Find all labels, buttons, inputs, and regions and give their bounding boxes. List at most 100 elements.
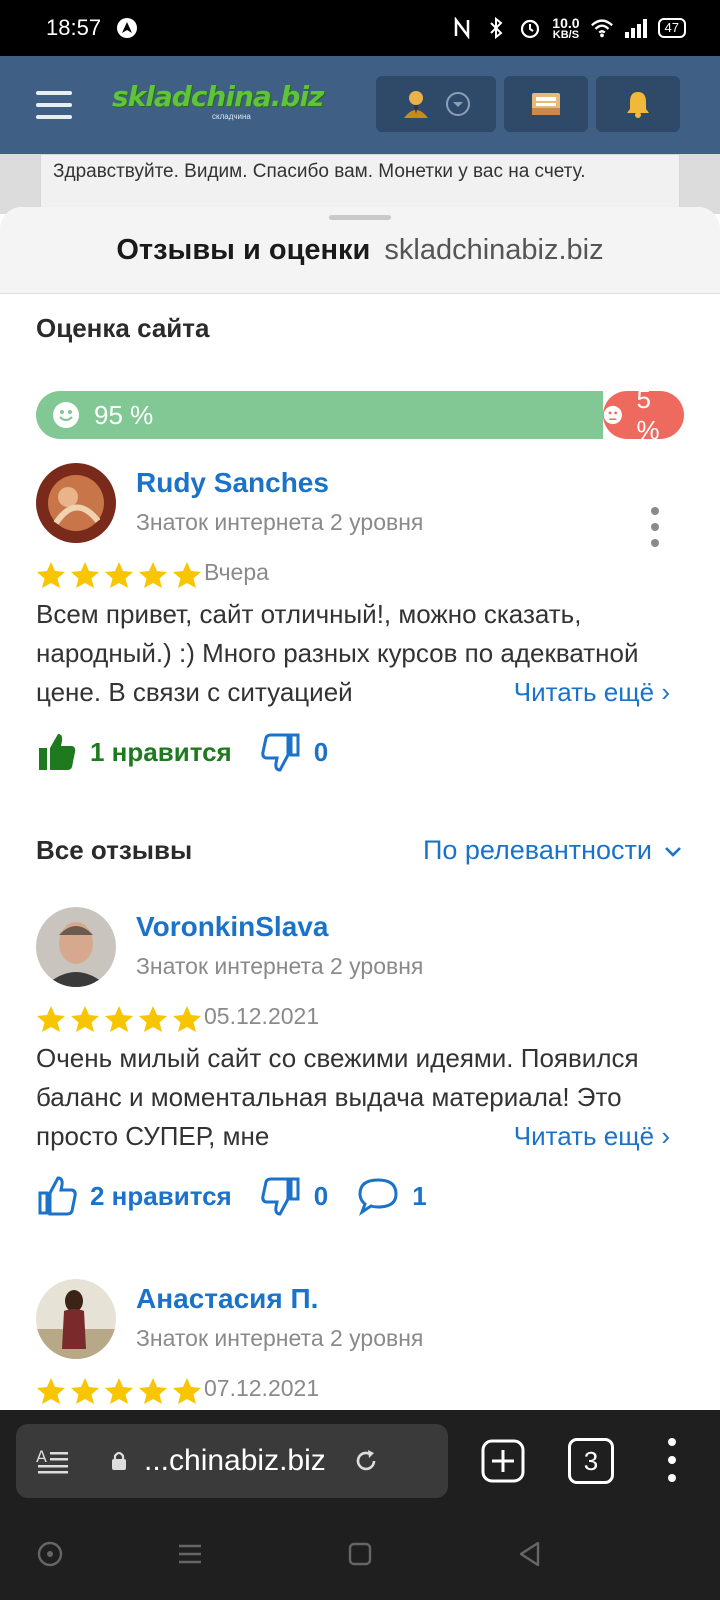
star-icon — [173, 562, 201, 588]
read-more-link[interactable]: Читать ещё › — [477, 1117, 670, 1156]
battery-indicator: 47 — [657, 18, 686, 38]
browser-toolbar: A ...chinabiz.biz 3 — [0, 1410, 720, 1510]
dislike-count: 0 — [313, 1180, 329, 1211]
star-icon — [173, 1378, 201, 1404]
chevron-down-icon — [446, 92, 470, 116]
star-icon — [139, 562, 167, 588]
nfc-icon — [450, 16, 474, 40]
like-count: 2 нравится — [90, 1180, 232, 1211]
rating-negative-label: 5 % — [636, 391, 660, 439]
inbox-icon — [532, 93, 560, 115]
browser-menu-icon[interactable] — [664, 1438, 680, 1482]
rating-section-title: Оценка сайта — [36, 313, 210, 343]
all-reviews-title: Все отзывы — [36, 835, 193, 865]
author-level: Знаток интернета 2 уровня — [136, 953, 424, 979]
rating-positive: 95 % — [36, 391, 603, 439]
review-author[interactable]: Анастасия П. — [136, 1283, 318, 1315]
avatar[interactable] — [36, 907, 116, 987]
thumbs-up-icon — [38, 1176, 77, 1216]
review-date: 05.12.2021 — [204, 1003, 320, 1029]
review-item: Анастасия П. Знаток интернета 2 уровня 0… — [36, 1279, 684, 1410]
home-icon[interactable] — [346, 1540, 374, 1568]
recent-apps-icon[interactable] — [176, 1540, 204, 1568]
rating-bar: 95 % 5 % — [36, 391, 684, 439]
new-tab-icon[interactable] — [480, 1438, 526, 1484]
more-options-icon[interactable] — [650, 507, 660, 547]
star-icon — [105, 1378, 133, 1404]
rating-negative: 5 % — [602, 391, 684, 439]
logo-tagline: складчина — [212, 112, 251, 121]
sad-face-icon — [603, 405, 622, 425]
read-more-link[interactable]: Читать ещё › — [477, 673, 670, 712]
user-icon — [404, 91, 428, 118]
chevron-right-icon: › — [661, 1121, 670, 1151]
account-button[interactable] — [376, 76, 496, 132]
star-icon — [37, 1006, 65, 1032]
dislike-button[interactable]: 0 — [260, 731, 328, 773]
sheet-header[interactable]: Отзывы и оценки skladchinabiz.biz — [0, 207, 720, 294]
dislike-button[interactable]: 0 — [260, 1175, 328, 1217]
status-time: 18:57 — [46, 15, 102, 40]
avatar[interactable] — [36, 463, 116, 543]
star-icon — [139, 1378, 167, 1404]
review-stars — [36, 561, 202, 589]
review-stars — [36, 1377, 202, 1405]
site-header: skladchina.biz складчина — [0, 56, 720, 154]
review-actions: 1 нравится 0 — [36, 731, 328, 773]
author-level: Знаток интернета 2 уровня — [136, 1325, 424, 1351]
read-more-label: Читать ещё — [513, 677, 655, 707]
sort-dropdown[interactable]: По релевантности — [423, 835, 684, 866]
assistant-icon[interactable] — [36, 1540, 64, 1568]
chevron-down-icon — [665, 846, 681, 857]
star-icon — [105, 562, 133, 588]
star-icon — [173, 1006, 201, 1032]
bluetooth-icon — [484, 16, 508, 40]
menu-icon[interactable] — [36, 91, 72, 119]
address-bar[interactable]: A ...chinabiz.biz — [16, 1424, 448, 1498]
lock-icon — [112, 1451, 126, 1470]
alarm-icon — [518, 16, 542, 40]
comment-icon — [358, 1178, 398, 1216]
net-speed-value: 10.0 — [552, 15, 580, 31]
sheet-drag-handle[interactable] — [329, 215, 391, 220]
like-button[interactable]: 1 нравится — [36, 731, 232, 773]
review-actions: 2 нравится 0 1 — [36, 1175, 427, 1217]
back-icon[interactable] — [516, 1540, 544, 1568]
rating-positive-label: 95 % — [94, 399, 154, 430]
star-icon — [37, 1378, 65, 1404]
dislike-count: 0 — [313, 736, 329, 767]
tab-count: 3 — [583, 1445, 599, 1476]
thumbs-up-icon — [39, 734, 76, 770]
svg-text:A: A — [36, 1447, 47, 1466]
notifications-button[interactable] — [596, 76, 680, 132]
review-stars — [36, 1005, 202, 1033]
chevron-right-icon: › — [661, 677, 670, 707]
review-date: 07.12.2021 — [204, 1375, 320, 1401]
comments-button[interactable]: 1 — [356, 1176, 427, 1216]
url-text: ...chinabiz.biz — [144, 1444, 326, 1477]
network-speed: 10.0 KB/S — [552, 15, 580, 41]
review-author[interactable]: VoronkinSlava — [136, 911, 328, 943]
thumbs-down-icon — [261, 1177, 300, 1216]
tab-switcher-button[interactable]: 3 — [568, 1438, 614, 1484]
like-button[interactable]: 2 нравится — [36, 1175, 232, 1217]
site-logo[interactable]: skladchina.biz складчина — [112, 80, 324, 130]
status-bar: 18:57 10.0 KB/S 47 — [0, 0, 720, 56]
bell-icon — [627, 92, 649, 118]
messages-button[interactable] — [504, 76, 588, 132]
avatar[interactable] — [36, 1279, 116, 1359]
reload-icon[interactable] — [352, 1447, 380, 1475]
star-icon — [105, 1006, 133, 1032]
comment-count: 1 — [412, 1180, 427, 1211]
smile-face-icon — [53, 402, 79, 428]
review-author[interactable]: Rudy Sanches — [136, 467, 329, 499]
background-message: Здравствуйте. Видим. Спасибо вам. Монетк… — [40, 154, 680, 214]
thumbs-down-icon — [261, 733, 300, 772]
logo-text: skladchina.biz — [112, 80, 324, 113]
reader-mode-icon[interactable]: A — [36, 1446, 70, 1476]
signal-icon — [624, 16, 648, 40]
wifi-icon — [590, 16, 614, 40]
sheet-title: Отзывы и оценки — [116, 233, 371, 266]
system-navigation-bar — [0, 1510, 720, 1600]
star-icon — [71, 562, 99, 588]
